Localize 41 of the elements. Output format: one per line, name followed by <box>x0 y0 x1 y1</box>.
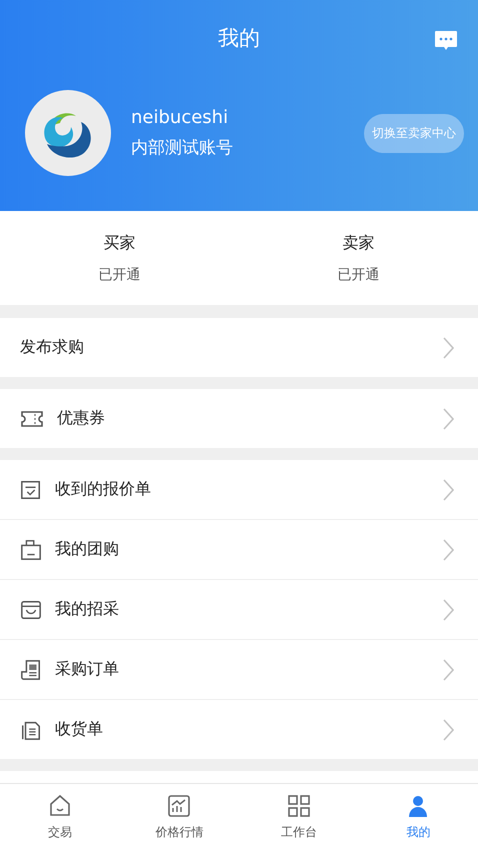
chevron-right-icon <box>442 658 454 680</box>
chevron-right-icon <box>442 718 454 740</box>
chevron-right-icon <box>442 408 454 430</box>
menu-item[interactable]: 收到的报价单 <box>0 460 478 520</box>
tab-item[interactable]: 我的 <box>358 784 478 850</box>
role-name: 买家 <box>104 232 136 254</box>
menu-label: 收货单 <box>55 719 104 740</box>
menu-label: 优惠券 <box>57 408 106 429</box>
chevron-right-icon <box>442 478 454 500</box>
menu-item[interactable]: 我的招采 <box>0 580 478 640</box>
grid-icon <box>286 794 311 818</box>
checklist-icon <box>20 478 42 500</box>
menu-label: 发布求购 <box>20 337 85 358</box>
chart-icon <box>167 794 192 818</box>
menu-label: 收到的报价单 <box>55 479 152 500</box>
menu-label: 我的招采 <box>55 599 120 620</box>
username: neibuceshi <box>131 107 230 128</box>
chevron-right-icon <box>442 538 454 560</box>
chevron-right-icon <box>442 598 454 620</box>
tab-item[interactable]: 价格行情 <box>120 784 239 850</box>
tab-item[interactable]: 交易 <box>0 784 120 850</box>
home-icon <box>48 794 72 818</box>
menu-label: 采购订单 <box>55 659 120 680</box>
role-status: 已开通 <box>98 266 140 284</box>
tab-item[interactable]: 工作台 <box>239 784 358 850</box>
account-type: 内部测试账号 <box>131 137 234 159</box>
menu-label: 我的团购 <box>55 539 120 560</box>
tray-icon <box>20 598 42 620</box>
menu-item[interactable]: 采购订单 <box>0 640 478 700</box>
menu-item[interactable]: 我的团购 <box>0 520 478 580</box>
menu-item[interactable]: 优惠券 <box>0 389 478 448</box>
menu-item[interactable]: 发布求购 <box>0 318 478 377</box>
role-status: 已开通 <box>338 266 380 284</box>
document-icon <box>20 658 42 680</box>
menu-item[interactable]: 收货单 <box>0 700 478 759</box>
bag-icon <box>20 538 42 560</box>
role-name: 卖家 <box>342 232 374 254</box>
message-icon[interactable] <box>434 30 458 52</box>
ticket-icon <box>20 408 44 428</box>
chevron-right-icon <box>442 336 454 358</box>
page-title: 我的 <box>218 25 260 52</box>
